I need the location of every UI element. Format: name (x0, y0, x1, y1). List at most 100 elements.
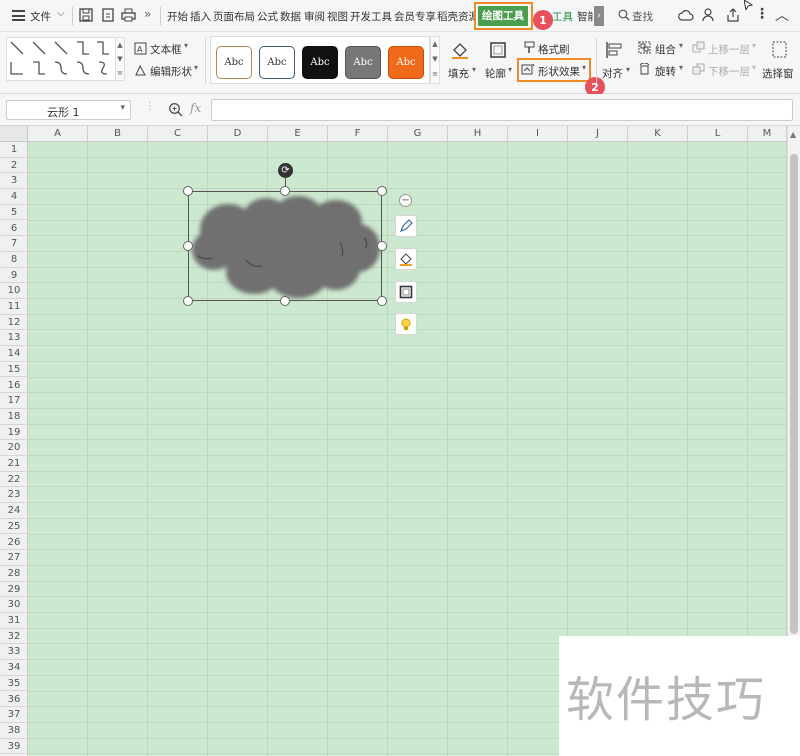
connector-gallery[interactable] (6, 37, 124, 81)
row-header-34[interactable]: 34 (0, 660, 28, 676)
resize-handle-se[interactable] (377, 296, 387, 306)
share-icon[interactable] (726, 8, 740, 22)
fill-color-button[interactable] (395, 248, 417, 270)
text-box-button[interactable]: 文本框 (150, 42, 182, 57)
row-header-29[interactable]: 29 (0, 582, 28, 598)
format-painter-button[interactable]: 格式刷 (538, 42, 570, 57)
outline-style-button[interactable] (395, 281, 417, 303)
collapse-tools-icon[interactable]: − (399, 194, 412, 207)
edit-shape-icon[interactable] (134, 64, 147, 77)
row-header-9[interactable]: 9 (0, 268, 28, 284)
save-icon[interactable] (79, 8, 93, 22)
column-header-k[interactable]: K (628, 126, 688, 142)
row-header-26[interactable]: 26 (0, 535, 28, 551)
align-icon[interactable] (604, 40, 624, 60)
search-button[interactable]: 查找 (632, 9, 653, 24)
format-painter-icon[interactable] (523, 41, 536, 54)
column-header-a[interactable]: A (28, 126, 88, 142)
column-header-i[interactable]: I (508, 126, 568, 142)
export-pdf-icon[interactable] (101, 8, 115, 22)
tab-text-tools[interactable]: 工具 (552, 9, 573, 24)
column-header-c[interactable]: C (148, 126, 208, 142)
group-icon[interactable] (638, 41, 651, 54)
collaborate-icon[interactable] (702, 8, 717, 22)
style-sample-3[interactable]: Abc (302, 46, 338, 79)
column-header-g[interactable]: G (388, 126, 448, 142)
resize-handle-w[interactable] (183, 241, 193, 251)
outline-icon[interactable] (488, 40, 508, 60)
tabs-scroll-right-button[interactable]: › (594, 6, 604, 26)
rotate-handle-icon[interactable]: ⟳ (278, 163, 293, 178)
connector-shapes-icon[interactable] (7, 38, 115, 80)
scrollbar-thumb[interactable] (790, 154, 798, 634)
row-header-25[interactable]: 25 (0, 519, 28, 535)
more-options-icon[interactable]: ⋮ (755, 6, 769, 22)
tab-home[interactable]: 开始 (167, 9, 188, 24)
style-sample-5[interactable]: Abc (388, 46, 424, 79)
resize-handle-n[interactable] (280, 186, 290, 196)
row-header-18[interactable]: 18 (0, 409, 28, 425)
selection-pane-icon[interactable] (771, 40, 789, 60)
hamburger-icon[interactable] (12, 10, 25, 21)
resize-handle-e[interactable] (377, 241, 387, 251)
resize-handle-sw[interactable] (183, 296, 193, 306)
row-header-14[interactable]: 14 (0, 346, 28, 362)
fill-icon[interactable] (450, 40, 470, 60)
resize-handle-nw[interactable] (183, 186, 193, 196)
row-header-10[interactable]: 10 (0, 283, 28, 299)
resize-handle-s[interactable] (280, 296, 290, 306)
text-box-icon[interactable]: A (134, 42, 147, 55)
align-button[interactable]: 对齐 (602, 66, 623, 81)
row-header-33[interactable]: 33 (0, 644, 28, 661)
fx-icon[interactable]: fx (190, 101, 201, 115)
tab-data[interactable]: 数据 (280, 9, 301, 24)
dropdown-arrow-icon[interactable]: ▾ (194, 63, 198, 72)
collapse-ribbon-icon[interactable]: ︿ (775, 5, 789, 25)
formula-input[interactable] (211, 99, 793, 121)
column-header-f[interactable]: F (328, 126, 388, 142)
smart-tips-button[interactable] (395, 313, 417, 335)
style-sample-1[interactable]: Abc (216, 46, 252, 79)
row-header-17[interactable]: 17 (0, 393, 28, 409)
tab-insert[interactable]: 插入 (190, 9, 211, 24)
fill-button[interactable]: 填充 (448, 66, 469, 81)
tab-page-layout[interactable]: 页面布局 (213, 9, 255, 24)
column-header-m[interactable]: M (748, 126, 787, 142)
row-header-19[interactable]: 19 (0, 425, 28, 441)
rotate-button[interactable]: 旋转 (655, 64, 676, 79)
print-icon[interactable] (121, 8, 136, 22)
bring-forward-icon[interactable] (692, 41, 705, 54)
pen-style-button[interactable] (395, 215, 417, 237)
row-header-8[interactable]: 8 (0, 252, 28, 268)
row-header-37[interactable]: 37 (0, 707, 28, 723)
gallery-scroll[interactable]: ▲ ▼ ≡ (115, 37, 125, 81)
chevron-down-icon[interactable]: ⌵ (57, 8, 65, 19)
row-header-2[interactable]: 2 (0, 158, 28, 174)
tab-view[interactable]: 视图 (327, 9, 348, 24)
zoom-search-icon[interactable] (168, 102, 183, 117)
send-backward-button[interactable]: 下移一层 (708, 64, 750, 79)
tab-resources[interactable]: 稻壳资源 (437, 9, 475, 24)
row-header-39[interactable]: 39 (0, 739, 28, 755)
search-icon[interactable] (618, 9, 630, 21)
row-header-27[interactable]: 27 (0, 550, 28, 566)
style-sample-2[interactable]: Abc (259, 46, 295, 79)
tab-review[interactable]: 审阅 (304, 9, 325, 24)
row-header-22[interactable]: 22 (0, 472, 28, 488)
file-menu[interactable]: 文件 (30, 9, 51, 24)
column-header-l[interactable]: L (688, 126, 748, 142)
row-header-20[interactable]: 20 (0, 440, 28, 456)
dropdown-arrow-icon[interactable]: ▾ (508, 65, 512, 74)
row-header-4[interactable]: 4 (0, 189, 28, 205)
dropdown-arrow-icon[interactable]: ▾ (626, 65, 630, 74)
row-header-31[interactable]: 31 (0, 613, 28, 629)
style-gallery-scroll[interactable]: ▲ ▼ ≡ (430, 36, 440, 84)
row-header-23[interactable]: 23 (0, 487, 28, 504)
dropdown-arrow-icon[interactable]: ▾ (679, 41, 683, 50)
row-header-21[interactable]: 21 (0, 456, 28, 472)
column-header-j[interactable]: J (568, 126, 628, 142)
row-header-15[interactable]: 15 (0, 362, 28, 378)
row-header-11[interactable]: 11 (0, 299, 28, 315)
dropdown-arrow-icon[interactable]: ▾ (679, 63, 683, 72)
outline-button[interactable]: 轮廓 (485, 66, 506, 81)
